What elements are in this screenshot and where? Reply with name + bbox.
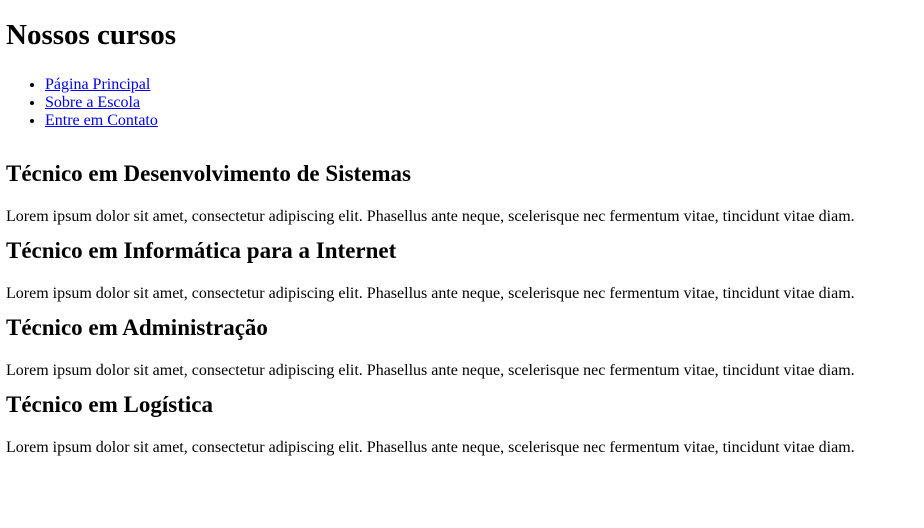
- course-section-informatica: Técnico em Informática para a Internet L…: [6, 238, 918, 303]
- nav-item-about: Sobre a Escola: [45, 94, 918, 112]
- course-description: Lorem ipsum dolor sit amet, consectetur …: [6, 208, 855, 225]
- course-description: Lorem ipsum dolor sit amet, consectetur …: [6, 285, 855, 302]
- course-description: Lorem ipsum dolor sit amet, consectetur …: [6, 439, 855, 456]
- course-title: Técnico em Administração: [6, 315, 268, 340]
- course-description: Lorem ipsum dolor sit amet, consectetur …: [6, 362, 855, 379]
- nav-link-contact[interactable]: Entre em Contato: [45, 112, 158, 129]
- nav-link-home[interactable]: Página Principal: [45, 76, 150, 93]
- course-section-administracao: Técnico em Administração Lorem ipsum dol…: [6, 315, 918, 380]
- course-title: Técnico em Logística: [6, 392, 213, 417]
- course-section-desenvolvimento: Técnico em Desenvolvimento de Sistemas L…: [6, 161, 918, 226]
- nav-item-contact: Entre em Contato: [45, 112, 918, 130]
- page-content: Nossos cursos Página Principal Sobre a E…: [0, 0, 924, 457]
- course-title: Técnico em Informática para a Internet: [6, 238, 397, 263]
- nav-item-home: Página Principal: [45, 76, 918, 94]
- nav-list: Página Principal Sobre a Escola Entre em…: [6, 76, 918, 130]
- course-section-logistica: Técnico em Logística Lorem ipsum dolor s…: [6, 392, 918, 457]
- page-title: Nossos cursos: [6, 19, 176, 51]
- nav-link-about[interactable]: Sobre a Escola: [45, 94, 140, 111]
- course-title: Técnico em Desenvolvimento de Sistemas: [6, 161, 411, 186]
